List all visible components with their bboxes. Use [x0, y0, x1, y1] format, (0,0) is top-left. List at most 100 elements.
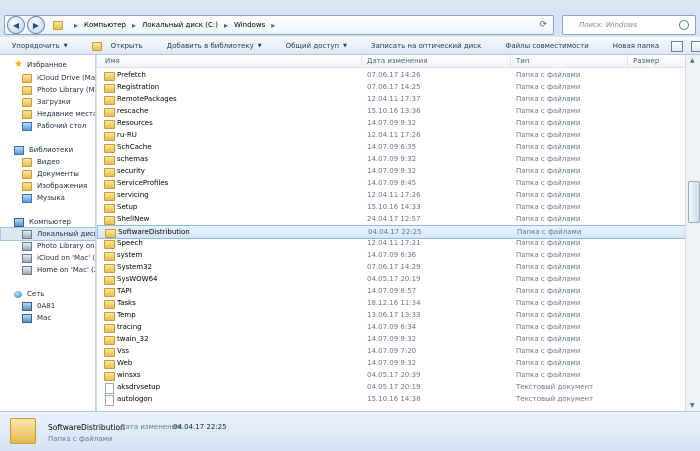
- file-type: Папка с файлами: [517, 228, 582, 236]
- table-row[interactable]: Resources 14.07.09 9:32 Папка с файлами: [97, 117, 685, 129]
- open-button[interactable]: Открыть: [80, 41, 155, 51]
- sidebar-item-photo-library[interactable]: Photo Library (Mac): [0, 84, 95, 96]
- table-row[interactable]: Prefetch 07.06.17 14:26 Папка с файлами: [97, 69, 685, 81]
- network-icon: [14, 290, 22, 298]
- table-row[interactable]: RemotePackages 12.04.11 17:37 Папка с файл…: [97, 93, 685, 105]
- table-row[interactable]: Speech 12.04.11 17:21 Папка с файлами: [97, 237, 685, 249]
- file-type: Папка с файлами: [516, 299, 581, 307]
- table-row[interactable]: SysWOW64 04.05.17 20:19 Папка с файлами: [97, 273, 685, 285]
- column-date[interactable]: Дата изменения: [367, 57, 427, 65]
- drive-icon: [22, 265, 32, 275]
- folder-icon: [104, 144, 115, 153]
- sidebar-item-video[interactable]: Видео: [0, 156, 95, 168]
- table-row[interactable]: Vss 14.07.09 7:20 Папка с файлами: [97, 345, 685, 357]
- table-row[interactable]: Setup 15.10.16 14:33 Папка с файлами: [97, 201, 685, 213]
- sidebar-group-favorites[interactable]: ★ Избранное: [0, 59, 95, 71]
- file-type: Папка с файлами: [516, 143, 581, 151]
- file-date: 12.04.11 17:37: [367, 95, 421, 103]
- forward-arrow-icon[interactable]: ▶: [27, 16, 45, 34]
- drive-icon: [22, 253, 32, 263]
- burn-label: Записать на оптический диск: [370, 42, 482, 50]
- address-bar[interactable]: ◀ ▶ ▸ Компьютер ▸ Локальный диск (C:) ▸ …: [4, 15, 554, 35]
- view-options-icon[interactable]: [671, 40, 684, 52]
- sidebar-item-documents[interactable]: Документы: [0, 168, 95, 180]
- burn-button[interactable]: Записать на оптический диск: [359, 42, 493, 50]
- command-bar: Упорядочить ▼ Открыть Добавить в библиоте…: [0, 37, 700, 55]
- breadcrumb-computer[interactable]: Компьютер: [84, 21, 126, 29]
- table-row[interactable]: ServiceProfiles 14.07.09 8:45 Папка с файл…: [97, 177, 685, 189]
- sidebar-item-music[interactable]: Музыка: [0, 192, 95, 204]
- table-row[interactable]: autologon 15.10.16 14:38 Текстовый докумен…: [97, 393, 685, 406]
- sidebar-item-label: Музыка: [37, 194, 65, 202]
- sidebar-item-local-disk-c[interactable]: Локальный диск (C:): [0, 227, 95, 241]
- details-type: Папка с файлами: [48, 435, 113, 443]
- sidebar-item-label: Избранное: [27, 61, 67, 69]
- sidebar-item-icloud-drive[interactable]: iCloud Drive (Mac): [0, 72, 95, 84]
- text-document-icon: [105, 395, 114, 406]
- column-type[interactable]: Тип: [516, 57, 529, 65]
- sidebar-item-photo-library-mac[interactable]: Photo Library on 'M: [0, 240, 95, 252]
- table-row[interactable]: TAPI 14.07.09 8:57 Папка с файлами: [97, 285, 685, 297]
- sidebar-item-label: Локальный диск (C:): [37, 230, 95, 238]
- scroll-thumb[interactable]: [688, 181, 700, 223]
- table-row[interactable]: Temp 13.06.17 13:33 Папка с файлами: [97, 309, 685, 321]
- share-button[interactable]: Общий доступ ▼: [274, 42, 359, 50]
- organize-button[interactable]: Упорядочить ▼: [0, 42, 80, 50]
- table-row[interactable]: ru-RU 12.04.11 17:26 Папка с файлами: [97, 129, 685, 141]
- file-type: Папка с файлами: [516, 251, 581, 259]
- table-row[interactable]: System32 07.06.17 14:29 Папка с файлами: [97, 261, 685, 273]
- sidebar-item-label: Рабочий стол: [37, 122, 87, 130]
- sidebar-item-label: Home on 'Mac' (Z:): [37, 266, 95, 274]
- new-folder-button[interactable]: Новая папка: [601, 42, 671, 50]
- sidebar-group-libraries[interactable]: Библиотеки: [0, 144, 95, 156]
- vertical-scrollbar[interactable]: ▲ ▼: [685, 55, 700, 411]
- details-pane: SoftwareDistribution Дата изменения: 04.…: [0, 411, 700, 451]
- folder-icon: [104, 300, 115, 309]
- scroll-down-arrow-icon[interactable]: ▼: [690, 402, 695, 409]
- table-row[interactable]: winsxs 04.05.17 20:39 Папка с файлами: [97, 369, 685, 381]
- add-to-library-button[interactable]: Добавить в библиотеку ▼: [155, 42, 274, 50]
- sidebar-item-pictures[interactable]: Изображения: [0, 180, 95, 192]
- table-row[interactable]: ShellNew 24.04.17 12:57 Папка с файлами: [97, 213, 685, 225]
- table-row[interactable]: Web 14.07.09 9:32 Папка с файлами: [97, 357, 685, 369]
- scroll-up-arrow-icon[interactable]: ▲: [690, 57, 695, 64]
- table-row[interactable]: aksdrvsetup 04.05.17 20:19 Текстовый докум…: [97, 381, 685, 394]
- compat-files-button[interactable]: Файлы совместимости: [493, 42, 600, 50]
- sidebar-item-mac[interactable]: Mac: [0, 312, 95, 324]
- table-row[interactable]: servicing 12.04.11 17:26 Папка с файлами: [97, 189, 685, 201]
- folder-icon: [104, 168, 115, 177]
- file-type: Папка с файлами: [516, 95, 581, 103]
- column-size[interactable]: Размер: [633, 57, 659, 65]
- column-name[interactable]: Имя: [105, 57, 120, 65]
- open-label: Открыть: [110, 42, 143, 50]
- folder-icon: [104, 192, 115, 201]
- sidebar-item-downloads[interactable]: Загрузки: [0, 96, 95, 108]
- table-row[interactable]: security 14.07.09 9:32 Папка с файлами: [97, 165, 685, 177]
- library-icon: [14, 145, 24, 155]
- table-row[interactable]: rescache 15.10.16 13:36 Папка с файлами: [97, 105, 685, 117]
- table-row[interactable]: SchCache 14.07.09 6:35 Папка с файлами: [97, 141, 685, 153]
- search-icon: [679, 20, 689, 30]
- search-input[interactable]: Поиск: Windows: [562, 15, 696, 35]
- back-arrow-icon[interactable]: ◀: [7, 16, 25, 34]
- table-row[interactable]: schemas 14.07.09 9:32 Папка с файлами: [97, 153, 685, 165]
- refresh-icon[interactable]: ⟳: [539, 20, 547, 30]
- file-name: twain_32: [117, 335, 149, 343]
- preview-pane-icon[interactable]: [691, 40, 700, 52]
- breadcrumb-windows[interactable]: Windows: [234, 21, 265, 29]
- sidebar-item-desktop[interactable]: Рабочий стол: [0, 120, 95, 132]
- sidebar-group-network[interactable]: Сеть: [0, 288, 95, 300]
- table-row[interactable]: twain_32 14.07.09 9:32 Папка с файлами: [97, 333, 685, 345]
- table-row[interactable]: Tasks 18.12.16 11:34 Папка с файлами: [97, 297, 685, 309]
- folder-icon: [104, 180, 115, 189]
- breadcrumb-drive[interactable]: Локальный диск (C:): [142, 21, 218, 29]
- folder-icon: [22, 97, 32, 107]
- table-row[interactable]: Registration 07.06.17 14:25 Папка с файлам…: [97, 81, 685, 93]
- sidebar-item-recent-places[interactable]: Недавние места: [0, 108, 95, 120]
- sidebar-item-icloud-y[interactable]: iCloud on 'Mac' (Y:): [0, 252, 95, 264]
- sidebar-item-0a81[interactable]: 0A81: [0, 300, 95, 312]
- table-row[interactable]: system 14.07.09 6:36 Папка с файлами: [97, 249, 685, 261]
- breadcrumb-sep-icon: ▸: [223, 20, 228, 30]
- sidebar-item-home-z[interactable]: Home on 'Mac' (Z:): [0, 264, 95, 276]
- table-row[interactable]: tracing 14.07.09 6:34 Папка с файлами: [97, 321, 685, 333]
